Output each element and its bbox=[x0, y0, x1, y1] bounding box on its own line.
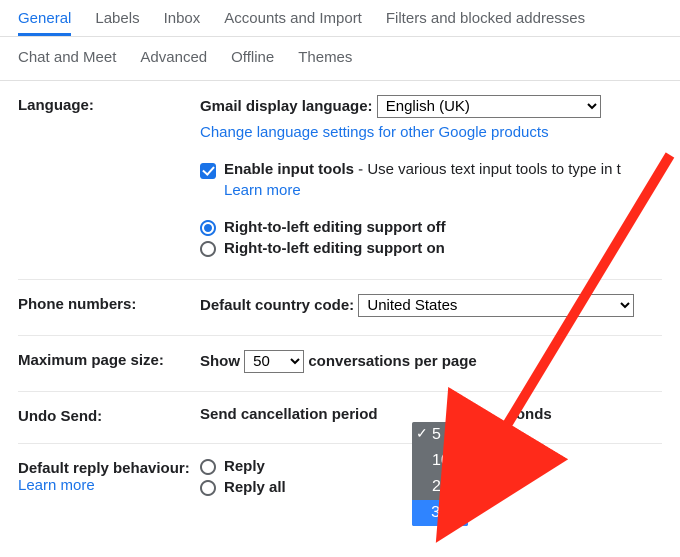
reply-option-label: Reply bbox=[224, 458, 265, 475]
pagesize-select[interactable]: 50 bbox=[244, 350, 304, 373]
undo-option-5[interactable]: 5 bbox=[412, 422, 468, 448]
pagesize-suffix: conversations per page bbox=[308, 353, 476, 370]
undo-option-30[interactable]: 30 bbox=[412, 500, 468, 526]
phone-label: Phone numbers: bbox=[18, 294, 200, 313]
undo-prefix: Send cancellation period bbox=[200, 406, 378, 423]
tab-filters[interactable]: Filters and blocked addresses bbox=[386, 0, 585, 36]
reply-all-radio[interactable] bbox=[200, 480, 216, 496]
display-language-label: Gmail display language: bbox=[200, 98, 373, 115]
section-pagesize: Maximum page size: Show 50 conversations… bbox=[18, 336, 662, 392]
undo-suffix: onds bbox=[516, 406, 552, 423]
settings-tabs-row2: Chat and Meet Advanced Offline Themes bbox=[0, 37, 680, 81]
change-language-link[interactable]: Change language settings for other Googl… bbox=[200, 124, 549, 141]
country-code-label: Default country code: bbox=[200, 297, 354, 314]
rtl-on-label: Right-to-left editing support on bbox=[224, 240, 445, 257]
reply-radio[interactable] bbox=[200, 459, 216, 475]
tab-themes[interactable]: Themes bbox=[298, 45, 352, 70]
tab-inbox[interactable]: Inbox bbox=[164, 0, 201, 36]
enable-input-tools-label: Enable input tools bbox=[224, 161, 354, 178]
tab-accounts[interactable]: Accounts and Import bbox=[224, 0, 362, 36]
rtl-on-radio[interactable] bbox=[200, 241, 216, 257]
tab-advanced[interactable]: Advanced bbox=[140, 45, 207, 70]
undo-option-10[interactable]: 10 bbox=[412, 448, 468, 474]
settings-content: Language: Gmail display language: Englis… bbox=[0, 81, 680, 518]
display-language-select[interactable]: English (UK) bbox=[377, 95, 601, 118]
reply-label: Default reply behaviour: bbox=[18, 460, 200, 477]
settings-tabs-row1: General Labels Inbox Accounts and Import… bbox=[0, 0, 680, 37]
reply-learn-more[interactable]: Learn more bbox=[18, 477, 95, 494]
country-code-select[interactable]: United States bbox=[358, 294, 634, 317]
input-tools-learn-more[interactable]: Learn more bbox=[224, 182, 301, 199]
section-reply: Default reply behaviour: Learn more Repl… bbox=[18, 444, 662, 518]
undo-label: Undo Send: bbox=[18, 406, 200, 425]
tab-chat-meet[interactable]: Chat and Meet bbox=[18, 45, 116, 70]
tab-general[interactable]: General bbox=[18, 0, 71, 36]
pagesize-prefix: Show bbox=[200, 353, 240, 370]
pagesize-label: Maximum page size: bbox=[18, 350, 200, 369]
rtl-off-radio[interactable] bbox=[200, 220, 216, 236]
language-label: Language: bbox=[18, 95, 200, 114]
undo-option-20[interactable]: 20 bbox=[412, 474, 468, 500]
enable-input-tools-checkbox[interactable] bbox=[200, 163, 216, 179]
rtl-off-label: Right-to-left editing support off bbox=[224, 219, 446, 236]
section-language: Language: Gmail display language: Englis… bbox=[18, 81, 662, 280]
enable-input-tools-desc: - Use various text input tools to type i… bbox=[354, 161, 621, 178]
tab-labels[interactable]: Labels bbox=[95, 0, 139, 36]
tab-offline[interactable]: Offline bbox=[231, 45, 274, 70]
reply-all-option-label: Reply all bbox=[224, 479, 286, 496]
section-phone: Phone numbers: Default country code: Uni… bbox=[18, 280, 662, 336]
section-undo: Undo Send: Send cancellation period onds bbox=[18, 392, 662, 444]
undo-dropdown-popup: 5 10 20 30 bbox=[412, 422, 468, 526]
